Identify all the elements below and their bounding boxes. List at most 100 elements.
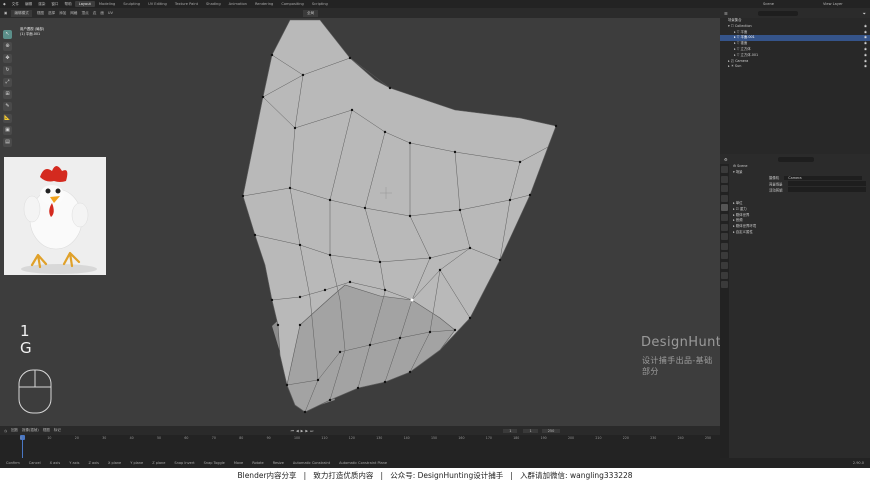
active-clip-field[interactable] [787, 187, 866, 192]
panel-custom-properties[interactable]: ▸ 自定义属性 [729, 230, 870, 236]
tab-layout[interactable]: Layout [74, 1, 95, 7]
output-tab-icon[interactable] [721, 185, 728, 193]
menu-keying[interactable]: 抠像(插帧) [22, 428, 39, 433]
prev-key-icon[interactable]: ◀ [296, 429, 299, 433]
menu-face[interactable]: 面 [100, 11, 104, 16]
current-frame-field[interactable]: 1 [503, 428, 518, 433]
measure-tool-icon[interactable]: 📐 [3, 114, 12, 123]
timeline-tick: 90 [266, 436, 271, 440]
timeline-tick: 10 [47, 436, 52, 440]
banner-separator: | [296, 470, 314, 480]
rotate-tool-icon[interactable]: ↻ [3, 66, 12, 75]
particles-tab-icon[interactable] [721, 242, 728, 250]
world-tab-icon[interactable] [721, 213, 728, 221]
scene-tab-icon[interactable] [721, 204, 728, 212]
tab-animation[interactable]: Animation [225, 1, 251, 7]
modifier-tab-icon[interactable] [721, 233, 728, 241]
mesh-object[interactable] [0, 18, 720, 426]
menu-mesh[interactable]: 网格 [70, 11, 77, 16]
scale-tool-icon[interactable]: ⤢ [3, 78, 12, 87]
timeline-tick: 230 [650, 436, 657, 440]
menu-select[interactable]: 选择 [48, 11, 55, 16]
render-tab-icon[interactable] [721, 175, 728, 183]
tab-sculpting[interactable]: Sculpting [119, 1, 144, 7]
tab-rendering[interactable]: Rendering [251, 1, 277, 7]
timeline-tick: 190 [540, 436, 547, 440]
timeline-tick: 20 [74, 436, 79, 440]
tab-compositing[interactable]: Compositing [277, 1, 308, 7]
extrude-tool-icon[interactable]: ▤ [3, 138, 12, 147]
camera-value-field[interactable]: Camera [784, 175, 863, 181]
properties-editor-icon[interactable]: ⚙ [724, 157, 728, 162]
outliner-editor-icon[interactable]: ☰ [724, 11, 728, 16]
menu-marker[interactable]: 标记 [54, 428, 61, 433]
filter-icon[interactable]: ⏷ [863, 11, 866, 16]
banner-part: Blender内容分享 [237, 470, 297, 480]
status-bar: Confirm Cancel X axis Y axis Z axis X plane Y … [0, 458, 870, 468]
menu-vertex[interactable]: 顶点 [82, 11, 89, 16]
next-key-icon[interactable]: ▶ [305, 429, 308, 433]
blender-logo-icon[interactable]: ◆ [0, 2, 9, 6]
mode-selector[interactable]: 编辑模式 [11, 9, 32, 17]
end-frame-field[interactable]: 250 [541, 428, 561, 433]
transform-tool-icon[interactable]: ⊞ [3, 90, 12, 99]
tab-texture-paint[interactable]: Texture Paint [171, 1, 202, 7]
timeline-tick: 140 [403, 436, 410, 440]
select-tool-icon[interactable]: ↖ [3, 30, 12, 39]
menu-window[interactable]: 窗口 [48, 2, 61, 7]
outliner-label: 锥面 [740, 41, 748, 46]
menu-playback[interactable]: 回放 [11, 428, 18, 433]
tab-modeling[interactable]: Modeling [95, 1, 119, 7]
jump-start-icon[interactable]: ⏮ [291, 429, 294, 433]
menu-help[interactable]: 帮助 [62, 2, 75, 7]
outliner-row-sun[interactable]: ▸ ☀ Sun ◉ [720, 64, 870, 70]
menu-edge[interactable]: 边 [93, 11, 97, 16]
tab-uv-editing[interactable]: UV Editing [144, 1, 171, 7]
menu-render[interactable]: 渲染 [35, 2, 48, 7]
start-frame-field[interactable]: 1 [523, 428, 538, 433]
cursor-tool-icon[interactable]: ⊕ [3, 42, 12, 51]
menu-edit[interactable]: 编辑 [22, 2, 35, 7]
active-object-name: (1) 平面.001 [20, 32, 41, 36]
status-hint: Z axis [88, 461, 99, 465]
status-hint: Move [233, 461, 244, 465]
selected-vertex[interactable] [410, 298, 414, 302]
tab-scripting[interactable]: Scripting [308, 1, 332, 7]
visibility-eye-icon[interactable]: ◉ [864, 64, 867, 70]
play-icon[interactable]: ▶ [301, 429, 304, 433]
timeline-editor-icon[interactable]: ◷ [4, 429, 7, 433]
background-scene-field[interactable] [787, 181, 866, 186]
status-hint: X plane [107, 461, 122, 465]
jump-end-icon[interactable]: ⏭ [310, 429, 313, 433]
menu-view[interactable]: 视图 [37, 11, 44, 16]
status-hint: Z plane [152, 461, 166, 465]
tab-shading[interactable]: Shading [202, 1, 225, 7]
timeline-header: ◷ 回放 抠像(插帧) 视图 标记 ⏮ ◀ ▶ ▶ ⏭ 1 1 250 [0, 426, 720, 435]
properties-tabs [720, 164, 729, 458]
object-tab-icon[interactable] [721, 223, 728, 231]
timeline-tick: 240 [677, 436, 684, 440]
status-hint: Resize [272, 461, 284, 465]
menu-file[interactable]: 文件 [9, 2, 22, 7]
view-layer-tab-icon[interactable] [721, 194, 728, 202]
outliner-search-input[interactable] [757, 10, 798, 16]
properties-search-input[interactable] [777, 156, 814, 162]
add-cube-tool-icon[interactable]: ▣ [3, 126, 12, 135]
menu-uv[interactable]: UV [108, 11, 113, 15]
tool-tab-icon[interactable] [721, 166, 728, 173]
material-tab-icon[interactable] [721, 281, 728, 289]
data-tab-icon[interactable] [721, 271, 728, 279]
menu-add[interactable]: 添加 [59, 11, 66, 16]
menu-timeline-view[interactable]: 视图 [43, 428, 50, 433]
view-layer-selector[interactable]: View Layer [820, 2, 870, 6]
scene-selector[interactable]: Scene [760, 2, 820, 6]
constraints-tab-icon[interactable] [721, 261, 728, 269]
editor-type-icon[interactable]: ▣ [4, 11, 7, 15]
timeline-tick: 210 [595, 436, 602, 440]
physics-tab-icon[interactable] [721, 252, 728, 260]
transform-orientation[interactable]: 全局 [303, 9, 319, 17]
annotate-tool-icon[interactable]: ✎ [3, 102, 12, 111]
3d-viewport[interactable]: 用户透视 (局部) (1) 平面.001 1 G DesignHunting 设… [0, 18, 720, 426]
outliner-header: ☰ ⏷ [720, 8, 870, 18]
move-tool-icon[interactable]: ✥ [3, 54, 12, 63]
